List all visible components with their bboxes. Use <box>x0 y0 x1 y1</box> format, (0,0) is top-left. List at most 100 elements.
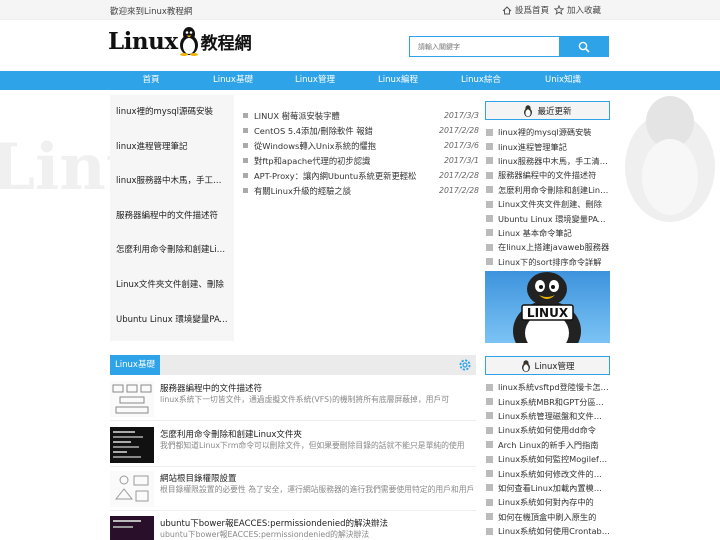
manage-item[interactable]: 如何查看Linux加載內置模塊的信息 <box>485 481 610 495</box>
background-penguin-icon <box>625 96 715 222</box>
nav-item-linux-admin[interactable]: Linux管理 <box>274 71 356 90</box>
section-bar: Linux基礎 <box>110 355 476 375</box>
news-list: LINUX 樹莓派安裝字體 2017/3/3 CentOS 5.4添加/刪除軟件 … <box>241 108 479 198</box>
news-title[interactable]: LINUX 樹莓派安裝字體 <box>254 110 440 122</box>
set-homepage-link[interactable]: 設爲首頁 <box>502 4 549 16</box>
news-title[interactable]: CentOS 5.4添加/刪除軟件 報錯 <box>254 125 435 137</box>
bullet-icon <box>486 470 493 478</box>
article-item[interactable]: 怎麼利用命令刪除和創建Linux文件夾 我們都知道Linux下rm命令可以刪除文… <box>110 427 476 467</box>
search-icon <box>578 41 590 53</box>
latest-item[interactable]: linux服務器中木馬，手工清除方法 <box>485 154 610 168</box>
bullet-icon <box>486 527 493 535</box>
manage-item-label: Linux系統如何使用dd命令 <box>498 425 596 436</box>
news-date: 2017/3/6 <box>443 141 479 150</box>
news-title[interactable]: 從Windows轉入Unix系統的懼抱 <box>254 140 440 152</box>
featured-item[interactable]: 怎麼利用命令刪除和創建Linux文件夾 <box>110 233 234 268</box>
latest-item[interactable]: Linux 基本命令筆記 <box>485 226 610 240</box>
article-title: ubuntu下bower報EACCES:permissiondenied的解決辦… <box>160 519 389 529</box>
featured-item[interactable]: linux裡的mysql源碼安裝 <box>110 95 234 130</box>
star-icon <box>554 5 564 15</box>
featured-list: linux裡的mysql源碼安裝 linux進程管理筆記 linux服務器中木馬… <box>110 95 234 341</box>
manage-item-label: Linux系統MBR和GPT分區的區別 <box>498 396 610 407</box>
news-title[interactable]: 對ftp和apache代理的初步認識 <box>254 155 440 167</box>
article-item[interactable]: ubuntu下bower報EACCES:permissiondenied的解決辦… <box>110 516 476 540</box>
bullet-icon <box>243 113 248 118</box>
manage-item-label: 如何查看Linux加載內置模塊的信息 <box>498 482 610 493</box>
welcome-text: 歡迎來到Linux教程網 <box>110 7 193 17</box>
latest-item[interactable]: Linux文件夾文件創建、刪除 <box>485 197 610 211</box>
latest-updates-header: 最近更新 <box>485 101 610 120</box>
featured-item[interactable]: linux進程管理筆記 <box>110 130 234 165</box>
linux-banner[interactable]: LINUX <box>485 271 610 343</box>
tab-linux-basics[interactable]: Linux基礎 <box>110 355 160 375</box>
news-date: 2017/2/28 <box>439 126 479 135</box>
nav-item-linux-programming[interactable]: Linux編程 <box>357 71 439 90</box>
latest-item[interactable]: Linux下的sort排序命令詳解 <box>485 255 610 269</box>
latest-item[interactable]: Ubuntu Linux 環境變量PATH設置 <box>485 211 610 225</box>
news-row: APT-Proxy：讓內網Ubuntu系統更新更輕松 2017/2/28 <box>241 168 479 183</box>
bullet-icon <box>486 258 493 266</box>
bullet-icon <box>486 171 493 179</box>
manage-item[interactable]: linux系統vsftpd登陸慢卡怎麼辦 <box>485 380 610 394</box>
manage-item[interactable]: Linux系統MBR和GPT分區的區別 <box>485 394 610 408</box>
article-item[interactable]: 網站根目錄權限設置 根目錄權限設置的必要性 為了安全，運行網站服務器的進行我們需… <box>110 471 476 511</box>
article-thumbnail <box>110 471 154 507</box>
nav-item-home[interactable]: 首頁 <box>110 71 192 90</box>
news-row: LINUX 樹莓派安裝字體 2017/3/3 <box>241 108 479 123</box>
latest-item-label: Linux 基本命令筆記 <box>498 227 572 238</box>
latest-item[interactable]: 服務器編程中的文件描述符 <box>485 168 610 182</box>
news-date: 2017/2/28 <box>439 186 479 195</box>
latest-item[interactable]: 在linux上搭建javaweb服務器 <box>485 240 610 254</box>
bullet-icon <box>486 412 493 420</box>
latest-item[interactable]: linux進程管理筆記 <box>485 139 610 153</box>
news-title[interactable]: APT-Proxy：讓內網Ubuntu系統更新更輕松 <box>254 170 435 182</box>
featured-item[interactable]: 服務器編程中的文件描述符 <box>110 199 234 234</box>
featured-item[interactable]: linux服務器中木馬，手工清除方法 <box>110 164 234 199</box>
latest-item[interactable]: linux裡的mysql源碼安裝 <box>485 125 610 139</box>
nav-item-linux-general[interactable]: Linux綜合 <box>440 71 522 90</box>
manage-item[interactable]: Linux系統如何使用dd命令 <box>485 423 610 437</box>
linux-penguin-banner-icon: LINUX <box>513 272 581 343</box>
latest-item-label: linux進程管理筆記 <box>498 141 567 152</box>
manage-item-label: Linux系統管理磁盤和文件的方法 <box>498 410 610 421</box>
article-desc: linux系統下一切皆文件，通過虛擬文件系統(VFS)的機制將所有底層屏蔽掉，用… <box>160 395 450 404</box>
search-button[interactable] <box>559 36 609 57</box>
latest-item[interactable]: 怎麼利用命令刪除和創建Linux文件夾 <box>485 183 610 197</box>
bullet-icon <box>486 441 493 449</box>
news-title[interactable]: 有關Linux升級的經驗之談 <box>254 185 435 197</box>
featured-item[interactable]: Linux文件夾文件創建、刪除 <box>110 268 234 303</box>
gear-icon[interactable] <box>458 358 472 372</box>
manage-item[interactable]: Linux系統管理磁盤和文件的方法 <box>485 409 610 423</box>
bullet-icon <box>486 484 493 492</box>
news-date: 2017/3/3 <box>443 111 479 120</box>
latest-item-label: linux服務器中木馬，手工清除方法 <box>498 155 610 166</box>
manage-item[interactable]: Linux系統如何對內存中的 <box>485 495 610 509</box>
add-favorite-link[interactable]: 加入收藏 <box>554 4 601 16</box>
article-title: 怎麼利用命令刪除和創建Linux文件夾 <box>160 430 302 440</box>
news-row: 對ftp和apache代理的初步認識 2017/3/1 <box>241 153 479 168</box>
manage-item[interactable]: Linux系統如何使用Crontab安排日 <box>485 524 610 538</box>
search-input[interactable] <box>409 36 559 57</box>
linux-manage-header: Linux管理 <box>485 356 610 375</box>
news-row: 從Windows轉入Unix系統的懼抱 2017/3/6 <box>241 138 479 153</box>
linux-manage-list: linux系統vsftpd登陸慢卡怎麼辦 Linux系統MBR和GPT分區的區別… <box>485 380 610 538</box>
home-icon <box>502 5 512 14</box>
penguin-icon <box>524 104 533 117</box>
bullet-icon <box>486 498 493 506</box>
latest-updates-title: 最近更新 <box>537 106 572 117</box>
nav-item-linux-basics[interactable]: Linux基礎 <box>192 71 274 90</box>
banner-label: LINUX <box>527 306 569 320</box>
manage-item[interactable]: Linux系統如何監控Mogilefs存儲 <box>485 452 610 466</box>
tux-penguin-icon <box>179 27 198 56</box>
article-item[interactable]: 服務器編程中的文件描述符 linux系統下一切皆文件，通過虛擬文件系統(VFS)… <box>110 381 476 421</box>
manage-item[interactable]: Arch Linux的新手入門指南 <box>485 438 610 452</box>
manage-item[interactable]: Linux系統如何修改文件的時間 <box>485 466 610 480</box>
nav-item-unix[interactable]: Unix知識 <box>522 71 604 90</box>
manage-item[interactable]: 如何在機頂盒中刷入原生的 <box>485 510 610 524</box>
featured-item[interactable]: Ubuntu Linux 環境變量PATH設置 <box>110 303 234 338</box>
manage-item-label: Linux系統如何對內存中的 <box>498 497 594 508</box>
logo-word: Linux <box>108 27 178 55</box>
article-title: 服務器編程中的文件描述符 <box>160 384 263 394</box>
site-logo[interactable]: Linux 教程網 <box>108 26 252 56</box>
bullet-icon <box>243 158 248 163</box>
